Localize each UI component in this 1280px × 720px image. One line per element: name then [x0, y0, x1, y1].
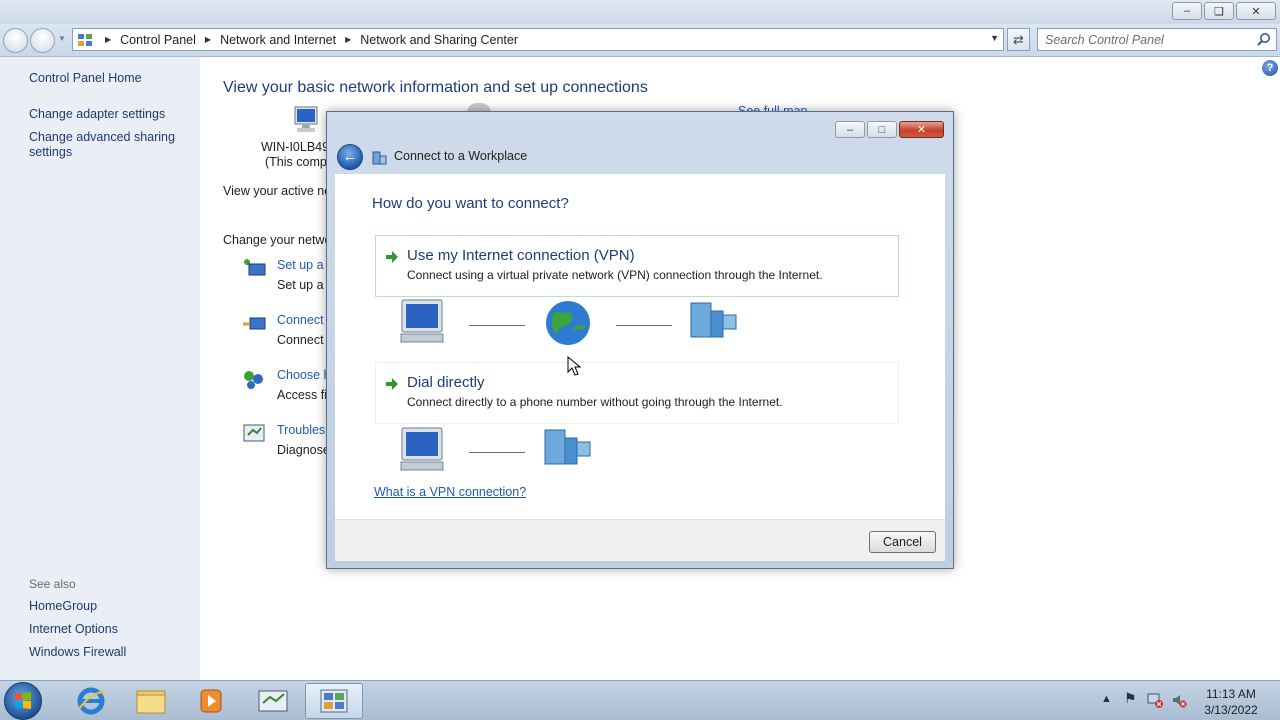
setup-connection-icon [244, 259, 266, 276]
breadcrumb-network-and-internet[interactable]: Network and Internet ▶ [220, 33, 360, 47]
task-desc-homegroup: Access fil [277, 388, 330, 402]
breadcrumb-control-panel[interactable]: Control Panel ▶ [120, 33, 220, 47]
dialog-title: Connect to a Workplace [394, 149, 528, 163]
recent-pages-icon[interactable]: ▼ [58, 34, 66, 43]
task-link-homegroup[interactable]: Choose h [277, 368, 331, 382]
dialog-back-button[interactable]: ← [337, 144, 363, 170]
sidebar-item-homegroup[interactable]: HomeGroup [29, 599, 97, 614]
computer-icon [400, 427, 444, 471]
mouse-cursor-icon [567, 356, 581, 376]
show-hidden-icons-icon[interactable]: ▲ [1101, 693, 1112, 705]
breadcrumb-network-and-sharing-center[interactable]: Network and Sharing Center [360, 33, 518, 47]
cancel-button[interactable]: Cancel [869, 531, 936, 553]
option-use-vpn[interactable]: Use my Internet connection (VPN) Connect… [375, 235, 899, 297]
taskbar-network-app[interactable] [244, 683, 302, 719]
help-icon[interactable]: ? [1262, 60, 1278, 76]
taskbar-media-player[interactable] [182, 683, 240, 719]
option-description: Connect using a virtual private network … [407, 268, 823, 282]
taskbar-windows-explorer[interactable] [122, 683, 180, 719]
search-input[interactable] [1038, 29, 1248, 50]
volume-muted-icon[interactable] [1171, 692, 1187, 708]
control-panel-icon [320, 689, 348, 713]
sidebar-item-change-adapter-settings[interactable]: Change adapter settings [29, 107, 165, 122]
taskbar-clock[interactable]: 11:13 AM 3/13/2022 [1199, 686, 1263, 718]
breadcrumb-separator-icon[interactable]: ▶ [345, 35, 351, 44]
window-titlebar: – ❏ ✕ [0, 0, 1280, 24]
connection-line [469, 325, 525, 326]
connect-to-workplace-dialog: – □ ✕ ← Connect to a Workplace How do yo… [326, 111, 954, 569]
sidebar-item-change-advanced-sharing-settings[interactable]: Change advanced sharing settings [29, 130, 179, 160]
workplace-building-icon [544, 429, 591, 465]
dialog-close-button[interactable]: ✕ [899, 121, 944, 138]
computer-icon [294, 106, 318, 132]
chevron-down-icon[interactable]: ▼ [990, 33, 999, 43]
active-networks-heading: View your active ne [223, 184, 332, 198]
connection-line [616, 325, 672, 326]
globe-icon [546, 301, 590, 345]
dialog-footer: Cancel [335, 519, 945, 561]
workplace-building-icon [690, 302, 737, 338]
task-link-troubleshoot[interactable]: Troublesh [277, 423, 332, 437]
workplace-icon [372, 151, 387, 165]
sidebar-item-windows-firewall[interactable]: Windows Firewall [29, 645, 126, 660]
clock-date: 3/13/2022 [1204, 703, 1258, 717]
task-desc-setup: Set up a v [277, 278, 334, 292]
option-title: Dial directly [407, 374, 485, 391]
computer-label: (This comp [265, 155, 327, 169]
network-status-icon[interactable] [1147, 692, 1163, 708]
forward-button[interactable] [30, 28, 55, 53]
what-is-vpn-link[interactable]: What is a VPN connection? [374, 485, 526, 499]
network-troubleshoot-icon [258, 690, 288, 712]
close-button[interactable]: ✕ [1236, 2, 1276, 20]
homegroup-icon [244, 371, 263, 389]
green-arrow-icon [386, 251, 398, 263]
dialog-minimize-button[interactable]: – [835, 121, 865, 138]
option-dial-directly[interactable]: Dial directly Connect directly to a phon… [375, 362, 899, 424]
windows-logo-icon [15, 692, 31, 709]
sidebar-control-panel-home[interactable]: Control Panel Home [29, 71, 142, 86]
breadcrumb-separator-icon[interactable]: ▶ [105, 35, 111, 44]
control-panel-icon [78, 33, 92, 46]
see-also-label: See also [29, 577, 76, 591]
taskbar-internet-explorer[interactable] [62, 683, 120, 719]
restore-button[interactable]: ❏ [1204, 2, 1234, 20]
connect-network-icon [243, 317, 266, 330]
media-player-icon [200, 689, 222, 713]
change-settings-heading: Change your netwo [223, 233, 332, 247]
breadcrumb-separator-icon[interactable]: ▶ [205, 35, 211, 44]
connection-line [469, 452, 525, 453]
dialog-heading: How do you want to connect? [372, 195, 569, 212]
minimize-button[interactable]: – [1172, 2, 1202, 20]
sidebar: Control Panel Home Change adapter settin… [0, 57, 200, 680]
troubleshoot-icon [243, 424, 265, 442]
dialog-window-controls: – □ ✕ [835, 121, 944, 138]
page-title: View your basic network information and … [223, 79, 648, 96]
start-button[interactable] [4, 682, 42, 720]
green-arrow-icon [386, 378, 398, 390]
refresh-button[interactable]: ⇄ [1007, 28, 1030, 51]
computer-icon [400, 299, 444, 343]
window-controls: – ❏ ✕ [1172, 2, 1276, 20]
internet-explorer-icon [77, 687, 106, 715]
option-title: Use my Internet connection (VPN) [407, 247, 635, 264]
dialog-maximize-button[interactable]: □ [867, 121, 897, 138]
dialog-body: How do you want to connect? Use my Inter… [335, 174, 945, 519]
folder-icon [136, 690, 166, 714]
search-box[interactable] [1037, 28, 1277, 51]
address-bar[interactable]: ▶ Control Panel ▶ Network and Internet ▶ N… [72, 28, 1004, 51]
option-description: Connect directly to a phone number witho… [407, 395, 783, 409]
back-button[interactable] [3, 28, 28, 53]
taskbar-control-panel[interactable] [305, 683, 363, 719]
clock-time: 11:13 AM [1206, 687, 1256, 701]
action-center-flag-icon[interactable]: ⚑ [1124, 690, 1137, 707]
task-link-connect[interactable]: Connect t [277, 313, 331, 327]
task-desc-troubleshoot: Diagnose [277, 443, 330, 457]
sidebar-item-internet-options[interactable]: Internet Options [29, 622, 118, 637]
navigation-bar: ▼ ▶ Control Panel ▶ Network and Internet ▶… [0, 24, 1280, 57]
taskbar: ▲ ⚑ 11:13 AM 3/13/2022 [0, 680, 1280, 720]
task-desc-connect: Connect [277, 333, 324, 347]
search-icon[interactable] [1256, 32, 1271, 47]
